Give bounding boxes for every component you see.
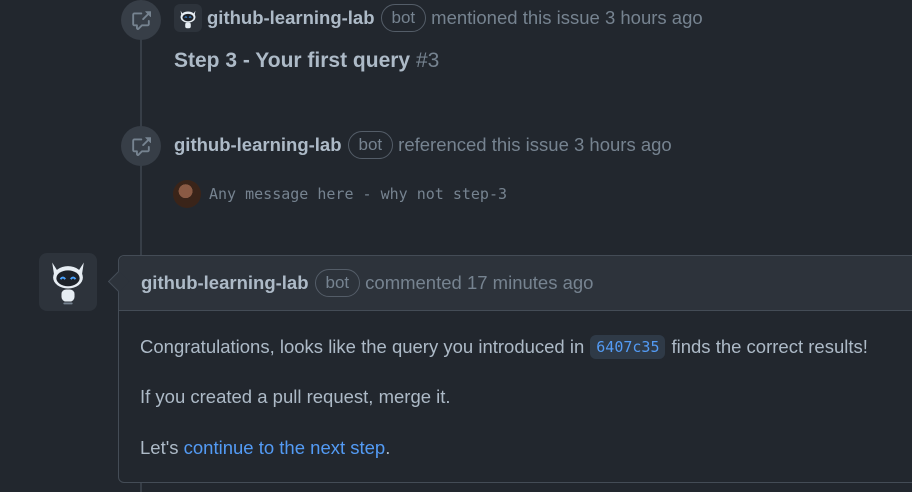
bot-badge: bot: [347, 131, 394, 159]
comment-header: github-learning-lab bot commented 17 min…: [119, 256, 912, 311]
bot-badge: bot: [380, 4, 427, 32]
event-referenced: github-learning-lab bot referenced this …: [174, 131, 672, 159]
event-author[interactable]: github-learning-lab: [207, 7, 375, 29]
committer-avatar[interactable]: [173, 180, 201, 208]
comment-author[interactable]: github-learning-lab: [141, 272, 309, 294]
octocat-robot-avatar[interactable]: [39, 253, 97, 311]
comment-paragraph: Let's continue to the next step.: [140, 437, 390, 459]
comment-paragraph: Congratulations, looks like the query yo…: [140, 335, 868, 359]
issue-title[interactable]: Step 3 - Your first query: [174, 49, 410, 72]
event-action: referenced this issue 3 hours ago: [398, 134, 672, 155]
octocat-robot-avatar[interactable]: [174, 4, 202, 32]
commit-sha-link[interactable]: 6407c35: [590, 335, 666, 359]
event-author[interactable]: github-learning-lab: [174, 134, 342, 156]
comment-text: Congratulations, looks like the query yo…: [140, 336, 585, 357]
bot-badge: bot: [314, 269, 361, 297]
comment-text: .: [385, 437, 391, 458]
cross-reference-icon: [121, 126, 161, 166]
referenced-commit: Any message here - why not step-3: [173, 180, 507, 208]
cross-reference-icon: [121, 0, 161, 40]
comment-timestamp[interactable]: commented 17 minutes ago: [365, 272, 593, 294]
commit-message[interactable]: Any message here - why not step-3: [209, 185, 507, 203]
issue-title-link[interactable]: Step 3 - Your first query #3: [174, 49, 439, 73]
event-action: mentioned this issue 3 hours ago: [431, 7, 703, 28]
issue-number[interactable]: #3: [416, 49, 439, 72]
comment-text: Let's: [140, 437, 179, 458]
comment-text: finds the correct results!: [671, 336, 868, 357]
comment-box: github-learning-lab bot commented 17 min…: [107, 255, 912, 483]
event-mentioned: github-learning-lab bot mentioned this i…: [174, 4, 703, 32]
comment-paragraph: If you created a pull request, merge it.: [140, 386, 451, 407]
next-step-link[interactable]: continue to the next step: [184, 437, 386, 458]
